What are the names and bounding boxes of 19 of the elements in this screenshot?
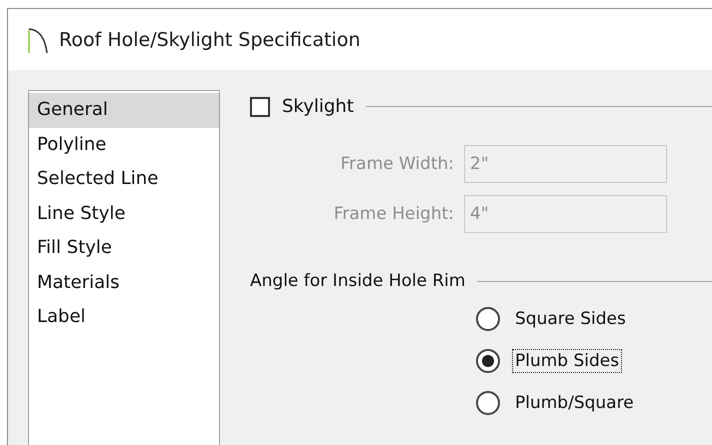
radio-button[interactable] bbox=[476, 349, 500, 373]
checkbox-label[interactable]: Skylight bbox=[282, 96, 354, 117]
sidebar-item[interactable]: Materials bbox=[29, 266, 219, 300]
window-title: Roof Hole/Skylight Specification bbox=[59, 28, 360, 50]
sidebar-item[interactable]: Fill Style bbox=[29, 231, 219, 266]
group-label: Angle for Inside Hole Rim bbox=[250, 271, 466, 291]
sidebar-item[interactable]: Selected Line bbox=[29, 162, 219, 196]
skylight-checkbox[interactable] bbox=[250, 96, 270, 116]
radio-label[interactable]: Plumb/Square bbox=[512, 391, 637, 415]
sidebar-item[interactable]: Polyline bbox=[29, 128, 219, 162]
radio-label[interactable]: Plumb Sides bbox=[512, 349, 622, 373]
field-label: Frame Height: bbox=[332, 204, 455, 224]
radio-button[interactable] bbox=[476, 307, 500, 331]
field-label: Frame Width: bbox=[340, 154, 455, 174]
sidebar-item[interactable]: Label bbox=[29, 300, 219, 334]
radio-label[interactable]: Square Sides bbox=[512, 307, 629, 331]
sidebar-item[interactable]: General bbox=[29, 93, 219, 128]
radio-button[interactable] bbox=[476, 391, 500, 415]
sidebar-item[interactable]: Line Style bbox=[29, 196, 219, 231]
